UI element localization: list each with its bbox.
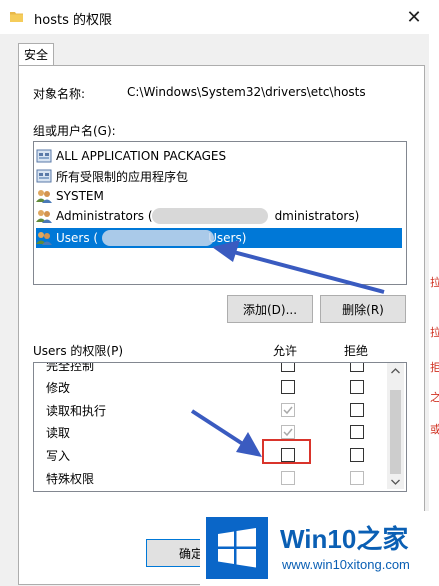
watermark-url: www.win10xitong.com bbox=[282, 557, 410, 572]
watermark-brand: Win10 bbox=[280, 524, 357, 554]
watermark-brand-suffix: 之家 bbox=[356, 524, 409, 554]
annotation-arrows bbox=[190, 240, 385, 457]
watermark: Win10之家 www.win10xitong.com bbox=[200, 511, 439, 586]
arrow-head-icon bbox=[236, 432, 262, 457]
arrow-head-icon bbox=[212, 240, 240, 262]
windows-logo-icon bbox=[206, 517, 268, 579]
